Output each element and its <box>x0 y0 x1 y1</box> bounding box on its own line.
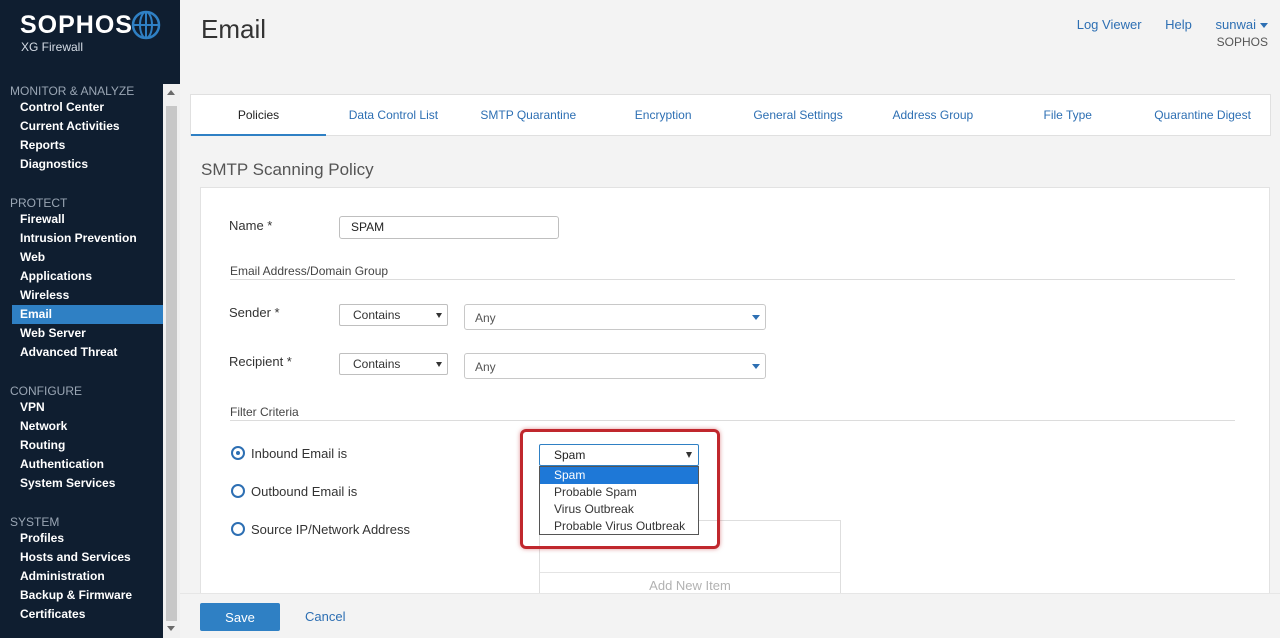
org-name: SOPHOS <box>1216 35 1268 49</box>
sidebar-item-authentication[interactable]: Authentication <box>0 455 163 474</box>
inbound-radio[interactable] <box>231 446 245 460</box>
sender-value-select[interactable]: Any <box>464 304 766 330</box>
top-nav: Log Viewer Help sunwai <box>1057 17 1268 32</box>
tab-file-type[interactable]: File Type <box>1000 95 1135 135</box>
sidebar-item-firewall[interactable]: Firewall <box>0 210 163 229</box>
nav-section-monitor: MONITOR & ANALYZE <box>10 84 135 98</box>
scroll-down-icon[interactable] <box>167 626 175 631</box>
recipient-value: Any <box>475 360 496 374</box>
recipient-operator-select[interactable]: Contains <box>339 353 448 375</box>
inbound-type-value: Spam <box>554 448 586 462</box>
option-probable-spam[interactable]: Probable Spam <box>540 484 698 501</box>
page-title: Email <box>201 14 267 44</box>
option-probable-virus-outbreak[interactable]: Probable Virus Outbreak <box>540 518 698 535</box>
sidebar-item-wireless[interactable]: Wireless <box>0 286 163 305</box>
log-viewer-link[interactable]: Log Viewer <box>1077 17 1142 32</box>
brand-name: SOPHOS <box>20 11 133 39</box>
sender-operator-value: Contains <box>353 308 401 322</box>
sidebar-item-current-activities[interactable]: Current Activities <box>0 117 163 136</box>
tab-smtp-quarantine[interactable]: SMTP Quarantine <box>461 95 596 135</box>
outbound-radio[interactable] <box>231 484 245 498</box>
tab-quarantine-digest[interactable]: Quarantine Digest <box>1135 95 1270 135</box>
caret-down-icon <box>686 452 692 458</box>
sidebar-item-advanced-threat[interactable]: Advanced Threat <box>0 343 163 362</box>
sidebar-item-vpn[interactable]: VPN <box>0 398 163 417</box>
sidebar-item-reports[interactable]: Reports <box>0 136 163 155</box>
scroll-up-icon[interactable] <box>167 90 175 95</box>
sidebar-item-routing[interactable]: Routing <box>0 436 163 455</box>
sidebar-item-network[interactable]: Network <box>0 417 163 436</box>
user-menu[interactable]: sunwai <box>1216 17 1268 32</box>
sender-operator-select[interactable]: Contains <box>339 304 448 326</box>
divider <box>230 279 1235 280</box>
caret-down-icon <box>752 364 760 369</box>
sender-label: Sender * <box>229 305 280 320</box>
name-input[interactable]: SPAM <box>339 216 559 239</box>
name-label: Name * <box>229 218 273 233</box>
tab-address-group[interactable]: Address Group <box>865 95 1000 135</box>
nav-section-configure: CONFIGURE <box>10 384 82 398</box>
sidebar-item-profiles[interactable]: Profiles <box>0 529 163 548</box>
sidebar-item-administration[interactable]: Administration <box>0 567 163 586</box>
chevron-down-icon <box>1260 23 1268 29</box>
sidebar-nav: MONITOR & ANALYZE Control Center Current… <box>0 84 163 624</box>
cancel-button[interactable]: Cancel <box>305 609 345 624</box>
option-virus-outbreak[interactable]: Virus Outbreak <box>540 501 698 518</box>
save-button[interactable]: Save <box>200 603 280 631</box>
tab-policies[interactable]: Policies <box>191 95 326 136</box>
sidebar-scrollbar[interactable] <box>163 84 180 638</box>
divider <box>230 420 1235 421</box>
inbound-type-options: Spam Probable Spam Virus Outbreak Probab… <box>539 466 699 535</box>
sidebar-item-hosts-and-services[interactable]: Hosts and Services <box>0 548 163 567</box>
sidebar-item-certificates[interactable]: Certificates <box>0 605 163 624</box>
sidebar-item-diagnostics[interactable]: Diagnostics <box>0 155 163 174</box>
source-ip-label: Source IP/Network Address <box>251 522 410 537</box>
sidebar-item-email[interactable]: Email <box>12 305 163 324</box>
tab-data-control-list[interactable]: Data Control List <box>326 95 461 135</box>
help-link[interactable]: Help <box>1165 17 1192 32</box>
user-name: sunwai <box>1215 17 1256 32</box>
option-spam[interactable]: Spam <box>540 467 698 484</box>
nav-section-system: SYSTEM <box>10 515 60 529</box>
filter-criteria-title: Filter Criteria <box>230 405 299 419</box>
sender-value: Any <box>475 311 496 325</box>
nav-section-protect: PROTECT <box>10 196 68 210</box>
address-group-title: Email Address/Domain Group <box>230 264 389 278</box>
sidebar-item-intrusion-prevention[interactable]: Intrusion Prevention <box>0 229 163 248</box>
tab-encryption[interactable]: Encryption <box>596 95 731 135</box>
product-name: XG Firewall <box>21 40 84 54</box>
inbound-label: Inbound Email is <box>251 446 348 461</box>
outbound-label: Outbound Email is <box>251 484 358 499</box>
scroll-thumb[interactable] <box>166 106 177 621</box>
caret-down-icon <box>436 362 442 367</box>
source-ip-radio[interactable] <box>231 522 245 536</box>
sidebar-item-web-server[interactable]: Web Server <box>0 324 163 343</box>
brand-logo: SOPHOS XG Firewall <box>20 10 133 54</box>
section-title: SMTP Scanning Policy <box>201 160 374 179</box>
recipient-operator-value: Contains <box>353 357 401 371</box>
sidebar: SOPHOS XG Firewall MONITOR & ANALYZE Con… <box>0 0 180 638</box>
caret-down-icon <box>436 313 442 318</box>
recipient-label: Recipient * <box>229 354 292 369</box>
sidebar-item-web[interactable]: Web <box>0 248 163 267</box>
tab-general-settings[interactable]: General Settings <box>731 95 866 135</box>
sidebar-item-applications[interactable]: Applications <box>0 267 163 286</box>
globe-icon <box>131 10 161 40</box>
inbound-type-select[interactable]: Spam <box>539 444 699 466</box>
sidebar-item-system-services[interactable]: System Services <box>0 474 163 493</box>
footer-bar: Save Cancel <box>180 593 1280 638</box>
caret-down-icon <box>752 315 760 320</box>
recipient-value-select[interactable]: Any <box>464 353 766 379</box>
sidebar-item-control-center[interactable]: Control Center <box>0 98 163 117</box>
sidebar-item-backup-firmware[interactable]: Backup & Firmware <box>0 586 163 605</box>
tab-bar: Policies Data Control List SMTP Quaranti… <box>190 94 1271 136</box>
